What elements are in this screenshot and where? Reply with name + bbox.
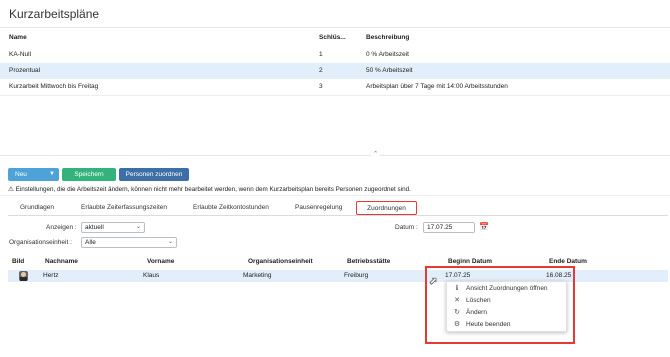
- tabs-divider: [8, 215, 668, 216]
- menu-item-label: Ändern: [466, 309, 487, 316]
- col-key[interactable]: Schlüs...: [319, 34, 346, 41]
- refresh-icon: ↻: [454, 309, 460, 316]
- col-description[interactable]: Beschreibung: [366, 34, 409, 41]
- firstname-cell: Klaus: [143, 272, 160, 279]
- show-filter-value: aktuell: [85, 224, 104, 231]
- tab-pausenregelung[interactable]: Pausenregelung: [295, 201, 342, 215]
- save-button[interactable]: Speichern: [62, 168, 116, 181]
- table-row[interactable]: Prozentual 2 50 % Arbeitszeit: [0, 63, 670, 79]
- tab-zuordnungen[interactable]: Zuordnungen: [356, 201, 417, 215]
- assign-persons-button[interactable]: Personen zuordnen: [119, 168, 189, 181]
- plan-key: 2: [319, 67, 323, 74]
- warning-message: ⚠ Einstellungen, die die Arbeitszeit ände…: [8, 186, 411, 193]
- page-title: Kurzarbeitspläne: [9, 7, 100, 21]
- col-lastname[interactable]: Nachname: [45, 258, 78, 265]
- date-input[interactable]: 17.07.25: [423, 222, 475, 233]
- col-begin-date[interactable]: Beginn Datum: [448, 258, 492, 265]
- show-filter-label: Anzeigen :: [46, 224, 77, 231]
- context-menu: ℹ Ansicht Zuordnungen öffnen ✕ Löschen ↻…: [446, 281, 567, 332]
- plan-name: Kurzarbeit Mittwoch bis Freitag: [9, 83, 99, 90]
- table-row[interactable]: Kurzarbeit Mittwoch bis Freitag 3 Arbeit…: [0, 79, 670, 96]
- tab-grundlagen[interactable]: Grundlagen: [20, 201, 54, 215]
- site-cell: Freiburg: [344, 272, 369, 279]
- col-end-date[interactable]: Ende Datum: [549, 258, 587, 265]
- chevron-up-icon[interactable]: ⌃: [371, 151, 380, 158]
- header-divider: [0, 27, 670, 28]
- new-button-label: Neu: [15, 171, 27, 178]
- plans-table-header: Name Schlüs... Beschreibung: [0, 31, 670, 45]
- plan-description: 0 % Arbeitszeit: [366, 51, 409, 58]
- close-icon: ✕: [454, 297, 460, 304]
- avatar: [19, 271, 28, 281]
- col-site[interactable]: Betriebsstätte: [347, 258, 390, 265]
- menu-item-label: Heute beenden: [466, 321, 511, 328]
- plan-key: 3: [319, 83, 323, 90]
- org-filter-label: Organisationseinheit :: [9, 239, 72, 246]
- table-row[interactable]: KA-Null 1 0 % Arbeitszeit: [0, 47, 670, 64]
- plan-name: Prozentual: [9, 67, 41, 74]
- org-filter-value: Alle: [85, 239, 96, 246]
- splitter[interactable]: [0, 155, 670, 156]
- chevron-down-icon: ▼: [49, 171, 55, 177]
- col-name[interactable]: Name: [9, 34, 27, 41]
- menu-item-end-today[interactable]: ⚙ Heute beenden: [447, 319, 566, 331]
- menu-item-delete[interactable]: ✕ Löschen: [447, 295, 566, 307]
- col-org-unit[interactable]: Organisationseinheit: [248, 258, 313, 265]
- chevron-down-icon: ⌄: [135, 224, 141, 230]
- calendar-icon[interactable]: 📅: [479, 222, 489, 231]
- warning-text: Einstellungen, die die Arbeitszeit änder…: [15, 186, 411, 193]
- date-value: 17.07.25: [427, 224, 453, 231]
- menu-item-open-assignments-view[interactable]: ℹ Ansicht Zuordnungen öffnen: [447, 283, 566, 295]
- section-divider: [0, 195, 670, 196]
- mouse-cursor-icon: ⬈: [429, 276, 438, 288]
- plan-key: 1: [319, 51, 323, 58]
- gear-icon: ⚙: [453, 321, 461, 328]
- menu-item-label: Löschen: [466, 297, 491, 304]
- chevron-down-icon: ⌄: [167, 239, 173, 245]
- show-filter-select[interactable]: aktuell ⌄: [81, 222, 145, 233]
- lastname-cell: Hertz: [43, 272, 59, 279]
- tab-erlaubte-zeiterfassungszeiten[interactable]: Erlaubte Zeiterfassungszeiten: [81, 201, 167, 215]
- warning-icon: ⚠: [8, 186, 14, 193]
- plan-description: Arbeitsplan über 7 Tage mit 14:00 Arbeit…: [366, 83, 508, 90]
- new-button[interactable]: Neu ▼: [8, 168, 59, 181]
- menu-item-label: Ansicht Zuordnungen öffnen: [466, 285, 548, 292]
- plan-description: 50 % Arbeitszeit: [366, 67, 413, 74]
- info-icon: ℹ: [455, 285, 459, 292]
- org-unit-cell: Marketing: [243, 272, 272, 279]
- menu-item-edit[interactable]: ↻ Ändern: [447, 307, 566, 319]
- org-filter-select[interactable]: Alle ⌄: [81, 237, 177, 248]
- col-image[interactable]: Bild: [12, 258, 24, 265]
- col-firstname[interactable]: Vorname: [147, 258, 174, 265]
- date-label: Datum :: [395, 224, 418, 231]
- avatar-body: [20, 277, 27, 281]
- tab-erlaubte-zeitkontostunden[interactable]: Erlaubte Zeitkontostunden: [193, 201, 269, 215]
- plan-name: KA-Null: [9, 51, 32, 58]
